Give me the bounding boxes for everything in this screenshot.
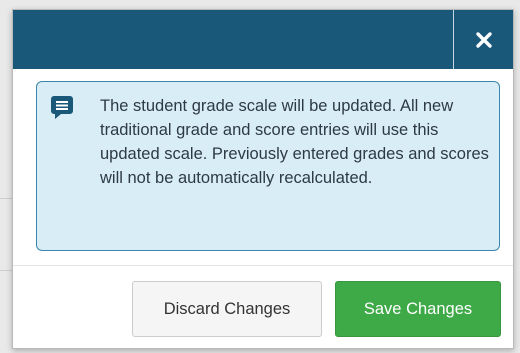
confirmation-dialog: The student grade scale will be updated.…	[12, 9, 514, 349]
close-button[interactable]	[453, 10, 513, 69]
discard-changes-button[interactable]: Discard Changes	[132, 281, 322, 337]
backdrop-divider	[0, 198, 12, 199]
save-changes-button[interactable]: Save Changes	[335, 281, 501, 337]
close-icon	[475, 31, 492, 48]
footer-divider	[13, 265, 513, 266]
info-alert: The student grade scale will be updated.…	[36, 81, 500, 251]
backdrop-divider	[0, 270, 12, 271]
alert-message: The student grade scale will be updated.…	[100, 97, 489, 187]
dialog-header	[13, 10, 513, 69]
message-icon	[51, 96, 73, 119]
